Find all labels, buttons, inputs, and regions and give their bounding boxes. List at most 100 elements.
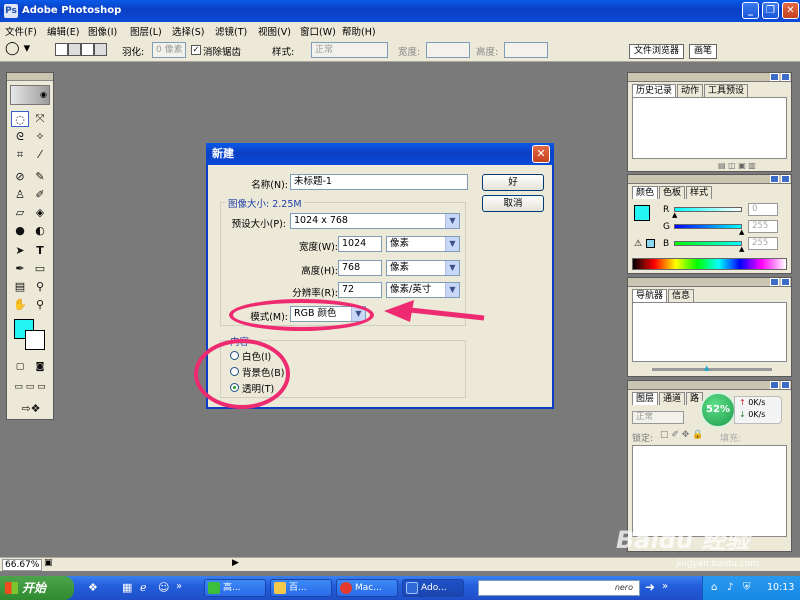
tab-file-browser[interactable]: 文件浏览器 (629, 44, 685, 59)
green-value[interactable]: 255 (748, 220, 778, 233)
intersect-selection-icon[interactable] (94, 43, 107, 56)
search-box[interactable]: nero (478, 580, 640, 596)
quicklaunch-windows-icon[interactable]: ❖ (88, 581, 98, 594)
magic-wand-icon[interactable]: ✧ (31, 129, 49, 145)
menu-view[interactable]: 视图(V) (258, 24, 291, 38)
marquee-icon[interactable]: ◌ (11, 111, 29, 127)
cancel-button[interactable]: 取消 (482, 195, 544, 212)
healing-brush-icon[interactable]: ⊘ (11, 169, 29, 185)
tab-tool-presets[interactable]: 工具预设 (704, 84, 749, 97)
background-color-swatch[interactable] (25, 330, 45, 350)
menu-select[interactable]: 选择(S) (172, 24, 204, 38)
path-selection-icon[interactable]: ➤ (11, 243, 29, 259)
eraser-icon[interactable]: ▱ (11, 205, 29, 221)
new-selection-icon[interactable] (55, 43, 68, 56)
crop-icon[interactable]: ⌗ (11, 147, 29, 163)
dialog-close-button[interactable]: ✕ (532, 145, 550, 163)
tray-clock[interactable]: 10:13 (767, 576, 794, 600)
ok-button[interactable]: 好 (482, 174, 544, 191)
quicklaunch-messenger-icon[interactable]: ☺ (158, 581, 169, 594)
color-close-icon[interactable] (781, 175, 790, 183)
style-select[interactable]: 正常 (311, 42, 388, 58)
screen-mode-icon[interactable]: ▭ ▭ ▭ (9, 379, 51, 395)
adobe-logo[interactable]: ◉ (10, 85, 50, 105)
subtract-selection-icon[interactable] (81, 43, 94, 56)
rectangle-icon[interactable]: ▭ (31, 261, 49, 277)
gamut-swatch[interactable] (646, 239, 655, 248)
taskbar-expand-icon[interactable]: » (662, 581, 668, 592)
name-input[interactable]: 未标题-1 (290, 174, 468, 190)
hand-icon[interactable]: ✋ (11, 297, 29, 313)
layers-minimize-icon[interactable] (770, 381, 779, 389)
history-action-icons[interactable]: ▤ ◫ ▣ ▥ (718, 161, 756, 170)
menu-window[interactable]: 窗口(W) (300, 24, 336, 38)
layers-close-icon[interactable] (781, 381, 790, 389)
resolution-unit-select[interactable]: 像素/英寸 ▼ (386, 282, 460, 298)
height-input[interactable] (504, 42, 548, 58)
tray-volume-icon[interactable]: ♪ (727, 576, 733, 600)
color-ramp[interactable] (632, 258, 787, 270)
red-value[interactable]: 0 (748, 203, 778, 216)
clone-stamp-icon[interactable]: ♙ (11, 187, 29, 203)
marquee-tool-icon[interactable]: ◯ ▾ (5, 41, 30, 56)
quicklaunch-expand-icon[interactable]: » (176, 581, 182, 592)
close-button[interactable]: ✕ (782, 2, 799, 19)
slice-icon[interactable]: ⁄ (31, 147, 49, 163)
jump-to-imageready-icon[interactable]: ⇨❖ (11, 401, 51, 417)
tab-channels[interactable]: 通道 (659, 392, 686, 405)
preset-select[interactable]: 1024 x 768 ▼ (290, 213, 460, 229)
quicklaunch-ie-icon[interactable]: ℯ (140, 581, 147, 594)
menu-file[interactable]: 文件(F) (5, 24, 37, 38)
menu-image[interactable]: 图像(I) (88, 24, 117, 38)
network-meter-badge[interactable]: 52% (700, 392, 736, 428)
color-fg-swatch[interactable] (634, 205, 650, 221)
tab-layers[interactable]: 图层 (632, 392, 659, 405)
quicklaunch-desktop-icon[interactable]: ▦ (122, 581, 132, 594)
status-menu-arrow-icon[interactable]: ▶ (232, 558, 239, 568)
paint-bucket-icon[interactable]: ◈ (31, 205, 49, 221)
blur-icon[interactable]: ● (11, 223, 29, 239)
task-item-4-active[interactable]: Ado... (402, 579, 464, 597)
width-input[interactable]: 1024 (338, 236, 382, 252)
start-button[interactable]: 开始 (0, 576, 74, 600)
height-input[interactable]: 768 (338, 260, 382, 276)
search-go-icon[interactable]: ➜ (645, 580, 655, 594)
width-input[interactable] (426, 42, 470, 58)
tab-swatches[interactable]: 色板 (659, 186, 686, 199)
tab-actions[interactable]: 动作 (677, 84, 704, 97)
move-icon[interactable]: ⤧ (31, 111, 49, 127)
menu-layer[interactable]: 图层(L) (130, 24, 162, 38)
notes-icon[interactable]: ▤ (11, 279, 29, 295)
navigator-zoom-thumb[interactable]: ▲ (704, 364, 709, 372)
tray-network-icon[interactable]: ⌂ (711, 576, 717, 600)
feather-input[interactable]: 0 像素 (152, 42, 186, 58)
width-unit-select[interactable]: 像素 ▼ (386, 236, 460, 252)
task-item-3[interactable]: Mac... (336, 579, 398, 597)
navigator-minimize-icon[interactable] (770, 278, 779, 286)
add-selection-icon[interactable] (68, 43, 81, 56)
tab-info[interactable]: 信息 (668, 289, 695, 302)
pen-icon[interactable]: ✒ (11, 261, 29, 277)
dodge-icon[interactable]: ◐ (31, 223, 49, 239)
navigator-zoom-slider[interactable] (652, 368, 772, 371)
antialias-checkbox[interactable]: ✓ (191, 45, 201, 55)
menu-edit[interactable]: 编辑(E) (47, 24, 79, 38)
navigator-close-icon[interactable] (781, 278, 790, 286)
menu-help[interactable]: 帮助(H) (342, 24, 376, 38)
blue-slider[interactable] (674, 241, 742, 246)
minimize-button[interactable]: _ (742, 2, 759, 19)
tray-security-icon[interactable]: ⛨ (743, 576, 751, 600)
resolution-input[interactable]: 72 (338, 282, 382, 298)
brush-icon[interactable]: ✎ (31, 169, 49, 185)
red-slider-thumb[interactable]: ▲ (672, 211, 677, 219)
restore-button[interactable]: ❐ (762, 2, 779, 19)
zoom-icon[interactable]: ⚲ (31, 297, 49, 313)
tab-history[interactable]: 历史记录 (632, 84, 677, 97)
green-slider[interactable] (674, 224, 742, 229)
red-slider[interactable] (674, 207, 742, 212)
lasso-icon[interactable]: ᘓ (11, 129, 29, 145)
history-minimize-icon[interactable] (770, 73, 779, 81)
lock-icons[interactable]: □ ✐ ✥ 🔒 (660, 430, 703, 440)
type-icon[interactable]: T (31, 243, 49, 259)
eyedropper-icon[interactable]: ⚲ (31, 279, 49, 295)
